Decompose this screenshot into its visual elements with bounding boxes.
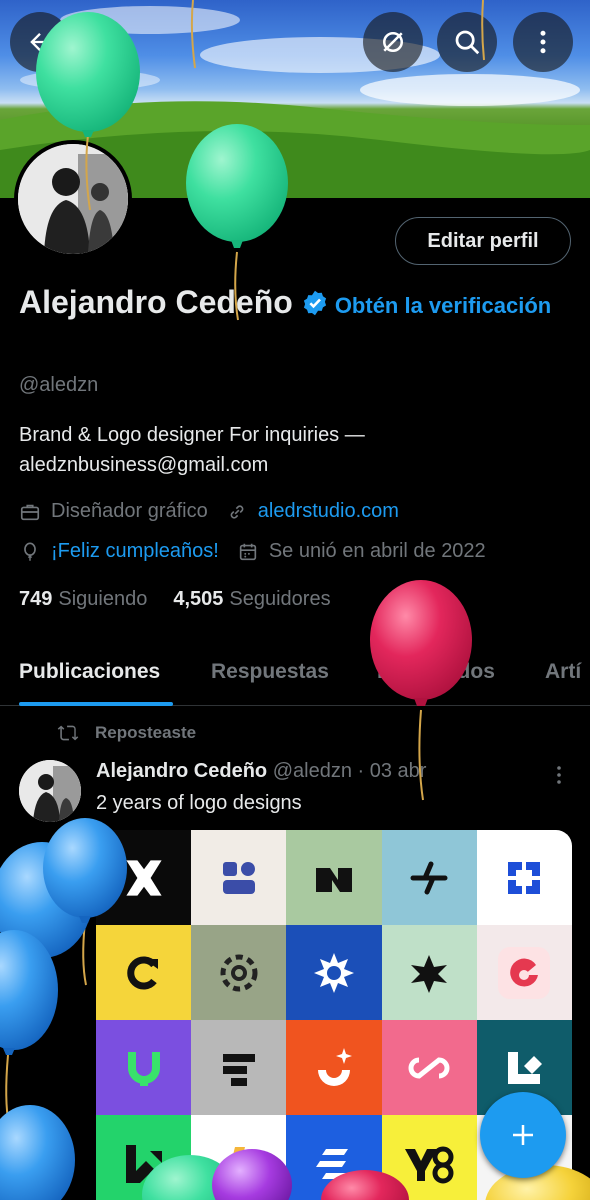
- arrow-left-icon: [30, 33, 50, 51]
- repost-indicator: Reposteaste: [55, 722, 196, 744]
- post-avatar[interactable]: [19, 760, 81, 822]
- profile-tabs: Publicaciones Respuestas Destacados Artí: [0, 640, 590, 706]
- profile-joined: Se unió en abril de 2022: [237, 540, 486, 563]
- following-count[interactable]: 749: [19, 588, 52, 611]
- logo-tile: [286, 925, 382, 1020]
- profile-category: Diseñador gráfico: [19, 500, 208, 523]
- more-vertical-icon: [557, 766, 561, 784]
- briefcase-icon: [20, 504, 40, 520]
- plus-icon: [513, 1125, 533, 1145]
- verified-badge-icon[interactable]: [301, 289, 329, 317]
- profile-meta-row-1: Diseñador gráfico aledrstudio.com: [19, 500, 417, 523]
- calendar-icon: [239, 543, 257, 560]
- back-button[interactable]: [10, 12, 70, 72]
- more-options-button[interactable]: [513, 12, 573, 72]
- post-text: 2 years of logo designs: [96, 792, 302, 814]
- logo-tile: [381, 1020, 477, 1115]
- tab-publicaciones[interactable]: Publicaciones: [19, 660, 160, 684]
- active-tab-indicator: [19, 702, 173, 706]
- compose-post-button[interactable]: [480, 1092, 566, 1178]
- link-icon: [230, 504, 244, 519]
- logo-tile: [96, 925, 192, 1020]
- post-more-button[interactable]: [549, 764, 569, 786]
- post-handle[interactable]: @aledzn: [273, 760, 352, 782]
- profile-joined-label: Se unió en abril de 2022: [268, 540, 486, 562]
- hide-button[interactable]: [363, 12, 423, 72]
- post-header: Alejandro Cedeño @aledzn · 03 abr: [96, 760, 426, 783]
- logo-tile: [191, 925, 287, 1020]
- logo-tile: [191, 830, 287, 925]
- search-icon: [455, 30, 480, 55]
- logo-tile: [96, 1020, 192, 1115]
- post-author[interactable]: Alejandro Cedeño: [96, 760, 267, 782]
- profile-name: Alejandro Cedeño: [19, 284, 293, 320]
- search-button[interactable]: [437, 12, 497, 72]
- logo-tile: [191, 1020, 287, 1115]
- tab-destacados[interactable]: Destacados: [377, 660, 495, 684]
- profile-category-label: Diseñador gráfico: [51, 500, 208, 522]
- get-verified-link[interactable]: Obtén la verificación: [335, 293, 551, 318]
- balloon-icon: [24, 541, 36, 561]
- profile-website-link[interactable]: aledrstudio.com: [258, 500, 399, 523]
- edit-profile-button[interactable]: Editar perfil: [395, 217, 571, 265]
- following-label[interactable]: Siguiendo: [58, 588, 147, 611]
- tab-respuestas[interactable]: Respuestas: [211, 660, 329, 684]
- profile-birthday-label[interactable]: ¡Feliz cumpleaños!: [51, 540, 219, 563]
- logo-tile: [476, 925, 572, 1020]
- logo-tile: [476, 830, 572, 925]
- followers-count[interactable]: 4,505: [173, 588, 223, 611]
- more-vertical-icon: [540, 30, 546, 54]
- followers-label[interactable]: Seguidores: [229, 588, 330, 611]
- logo-tile: [381, 1115, 477, 1200]
- logo-tile: [191, 1115, 287, 1200]
- tab-articulos[interactable]: Artí: [545, 660, 581, 684]
- repost-label: Reposteaste: [95, 723, 197, 742]
- logo-tile: [381, 830, 477, 925]
- logo-tile: [286, 1020, 382, 1115]
- profile-birthday[interactable]: ¡Feliz cumpleaños!: [19, 540, 219, 563]
- logo-tile: [96, 830, 192, 925]
- profile-meta-row-2: ¡Feliz cumpleaños! Se unió en abril de 2…: [19, 540, 504, 563]
- repost-icon: [57, 725, 79, 741]
- logo-tile: [286, 830, 382, 925]
- logo-tile: [96, 1115, 192, 1200]
- follow-stats: 749 Siguiendo 4,505 Seguidores: [19, 588, 357, 611]
- hide-icon: [383, 32, 403, 52]
- profile-name-line: Alejandro Cedeño Obtén la verificación: [19, 282, 574, 329]
- logo-tile: [381, 925, 477, 1020]
- profile-bio: Brand & Logo designer For inquiries — al…: [19, 424, 365, 476]
- profile-handle: @aledzn: [19, 374, 99, 396]
- profile-website[interactable]: aledrstudio.com: [226, 500, 399, 523]
- post-date[interactable]: · 03 abr: [358, 760, 427, 782]
- logo-tile: [286, 1115, 382, 1200]
- profile-avatar[interactable]: [14, 140, 132, 258]
